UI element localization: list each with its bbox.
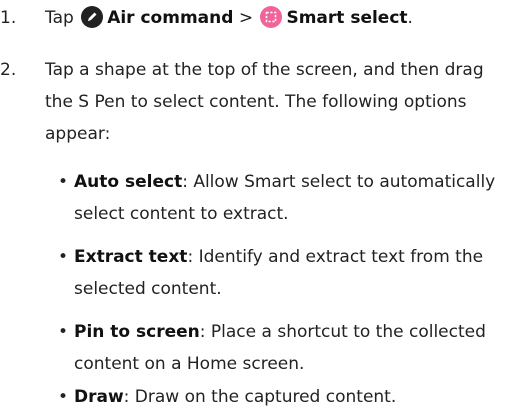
option-description: : Draw on the captured content.: [123, 387, 397, 407]
list-item-text: Auto select: Allow Smart select to autom…: [74, 166, 520, 230]
pen-circle-icon: [81, 6, 104, 28]
bullet-dot: •: [58, 387, 69, 407]
option-term: Extract text: [74, 247, 188, 267]
bullet-dot: •: [58, 322, 69, 342]
step-number: 1.: [0, 8, 17, 28]
step-2: 2. Tap a shape at the top of the screen,…: [0, 54, 520, 154]
option-term: Pin to screen: [74, 322, 200, 342]
bullet-dot: •: [58, 172, 69, 192]
step-1-text: Tap Air command > Smart select.: [45, 2, 515, 34]
list-item-text: Extract text: Identify and extract text …: [74, 241, 520, 305]
step-2-text: Tap a shape at the top of the screen, an…: [45, 60, 484, 144]
step-suffix: .: [407, 8, 413, 28]
list-item-text: Draw: Draw on the captured content.: [74, 381, 520, 413]
instruction-document: 1. Tap Air command > Smart select. 2. Ta…: [0, 0, 527, 413]
air-command-label: Air command: [107, 8, 234, 28]
smart-select-label: Smart select: [286, 8, 408, 28]
option-term: Draw: [74, 387, 124, 407]
bullet-dot: •: [58, 247, 69, 267]
step-1: 1. Tap Air command > Smart select.: [0, 2, 520, 36]
list-item-text: Pin to screen: Place a shortcut to the c…: [74, 316, 520, 380]
options-list: • Auto select: Allow Smart select to aut…: [58, 166, 520, 412]
step-number: 2.: [0, 60, 17, 80]
option-term: Auto select: [74, 172, 183, 192]
step-prefix: Tap: [45, 8, 74, 28]
smart-select-icon: [260, 6, 283, 28]
breadcrumb-separator: >: [238, 8, 254, 28]
